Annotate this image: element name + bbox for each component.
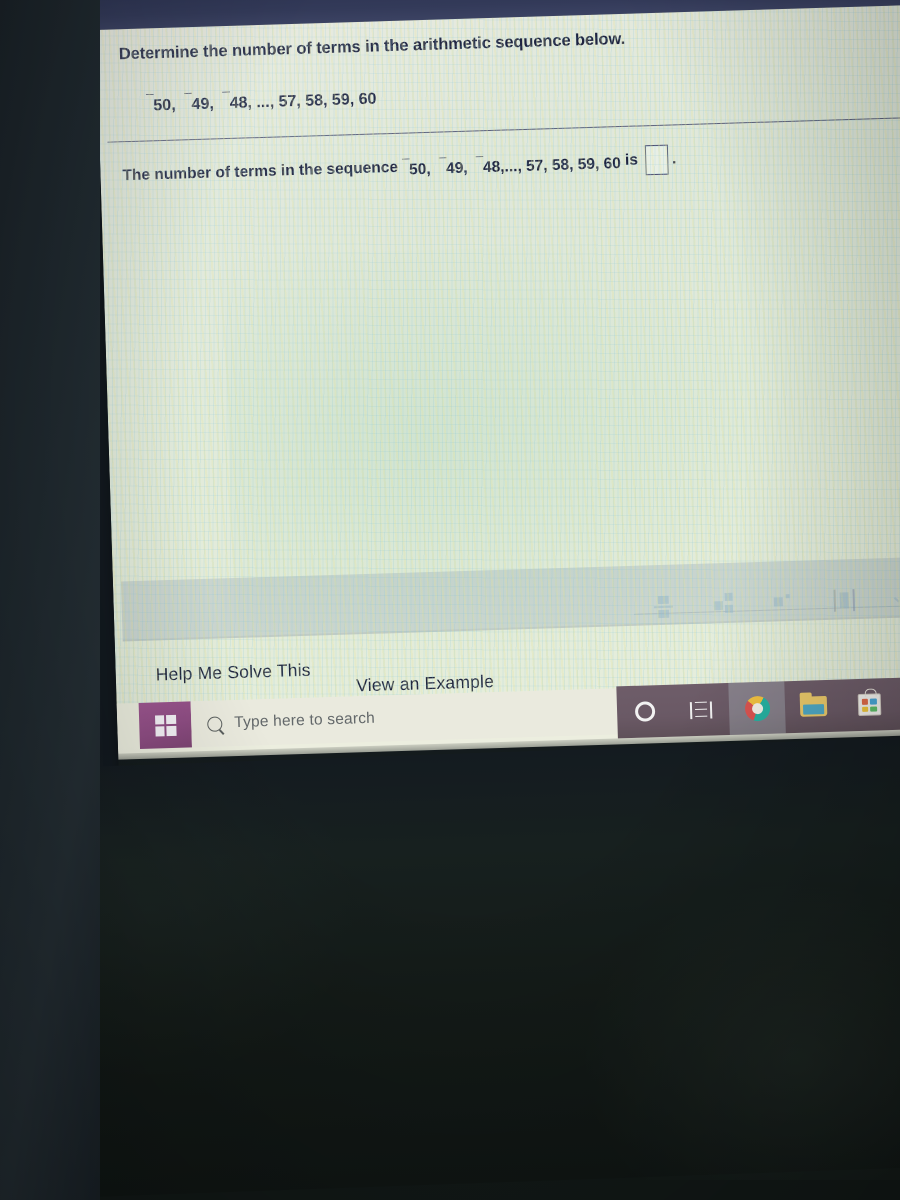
answer-text-is: is: [624, 151, 639, 169]
laptop-screen: Determine the number of terms in the ari…: [95, 0, 900, 808]
windows-logo-icon: [154, 714, 177, 737]
problem-prompt: Determine the number of terms in the ari…: [118, 29, 626, 64]
search-input[interactable]: Type here to search: [234, 710, 375, 732]
microsoft-store-icon: [857, 693, 881, 717]
bezel-bottom: [0, 737, 900, 1200]
search-icon: [204, 713, 226, 735]
bezel-left: [0, 0, 100, 1200]
chrome-icon: [744, 695, 770, 721]
answer-period: .: [671, 150, 677, 168]
photo-of-laptop-screen: Determine the number of terms in the ari…: [0, 0, 900, 1200]
taskbar-item-microsoft-store[interactable]: [840, 678, 898, 732]
taskbar-item-pinned-app[interactable]: [896, 676, 900, 730]
answer-sequence-text: ¯50, ¯49, ¯48,..., 57, 58, 59, 60: [401, 153, 626, 178]
task-view-icon: [689, 700, 713, 719]
help-me-solve-this-button[interactable]: Help Me Solve This: [155, 660, 311, 686]
taskbar-item-task-view[interactable]: [672, 683, 730, 737]
answer-text-before: The number of terms in the sequence: [122, 158, 399, 185]
taskbar-item-file-explorer[interactable]: [784, 680, 842, 734]
section-divider: [107, 116, 900, 143]
answer-statement: The number of terms in the sequence ¯50,…: [122, 144, 677, 191]
cortana-icon: [634, 701, 656, 722]
answer-input-box[interactable]: [644, 144, 669, 176]
math-homework-page: Determine the number of terms in the ari…: [96, 4, 900, 730]
taskbar-app-tray: [616, 676, 900, 739]
start-button[interactable]: [138, 701, 192, 749]
problem-sequence: ¯50, ¯49, ¯48, ..., 57, 58, 59, 60: [145, 89, 377, 115]
taskbar-item-chrome[interactable]: [728, 681, 786, 735]
taskbar-item-cortana[interactable]: [616, 685, 674, 739]
file-explorer-icon: [799, 695, 827, 717]
